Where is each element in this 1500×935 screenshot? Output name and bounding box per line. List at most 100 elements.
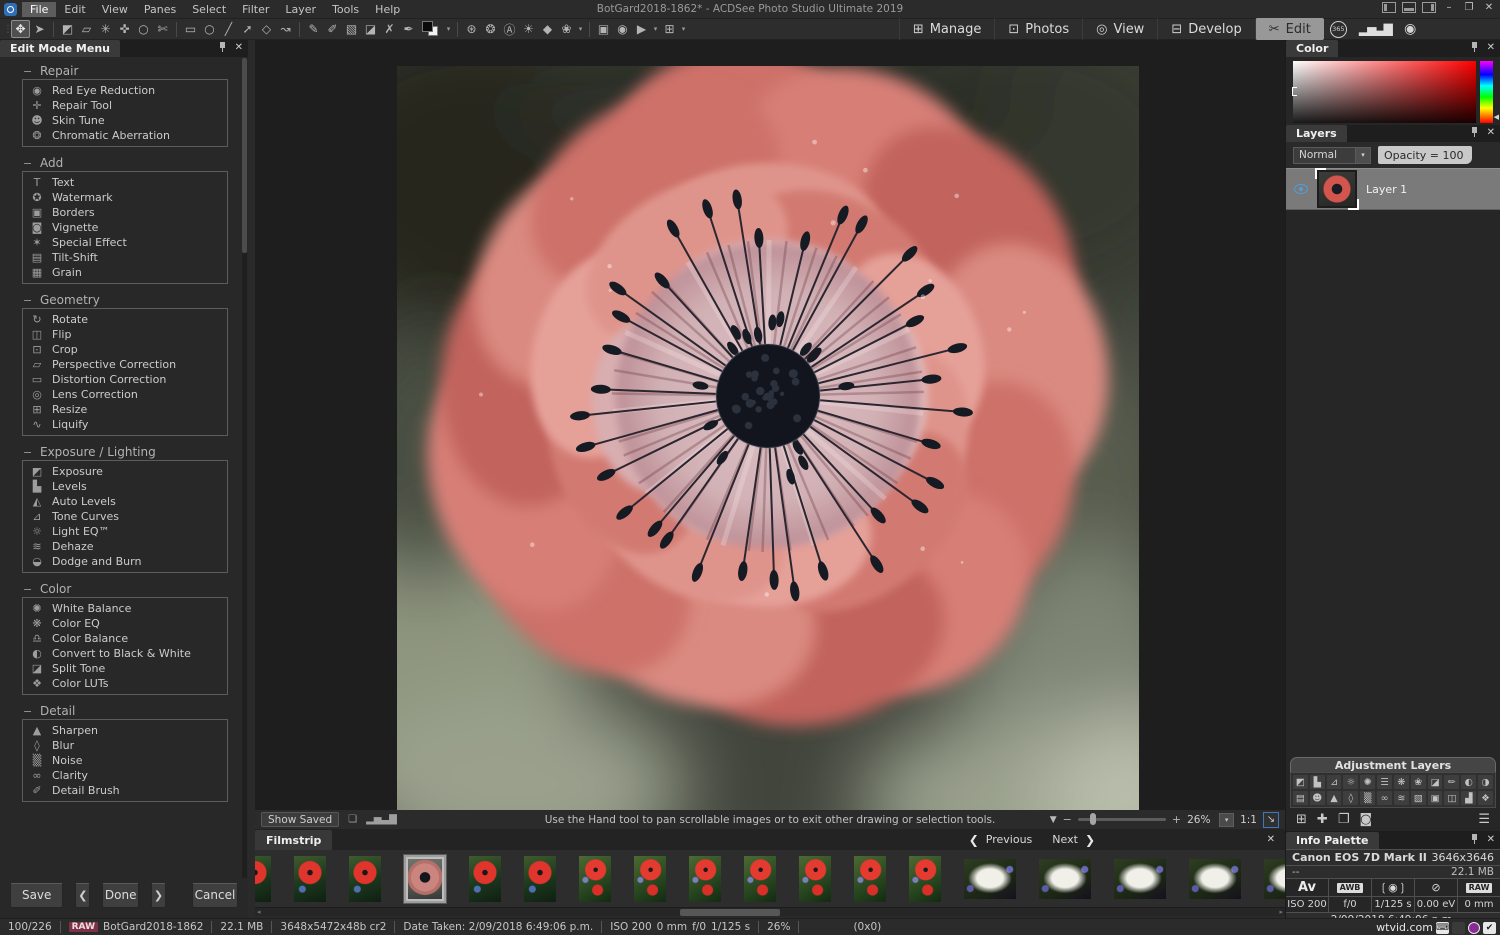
mode-tab[interactable]: ⊞ Manage [899,18,995,40]
edit-menu-item[interactable]: ✪Watermark [30,190,227,205]
zoom-dropdown[interactable]: ▾ [1219,813,1234,827]
adj-tilt-shift-icon[interactable]: ▤ [1293,791,1308,805]
adj-white-balance-icon[interactable]: ✺ [1360,775,1375,789]
light-tool[interactable]: ☀ [519,20,538,38]
left-panel-scrollbar[interactable] [242,58,247,878]
close-icon[interactable]: ✕ [1487,834,1495,845]
pin-icon[interactable] [219,42,227,53]
edit-menu-item[interactable]: ◩Exposure [30,464,227,479]
filmstrip-thumbnail[interactable] [744,856,776,902]
close-icon[interactable]: ✕ [235,42,243,53]
toolbar-separator[interactable] [457,22,458,37]
edit-menu-item[interactable]: ▦Grain [30,265,227,280]
edit-menu-item[interactable]: ✐Detail Brush [30,783,227,798]
scroll-left-icon[interactable]: ◂ [257,908,261,917]
red-eye-tool[interactable]: ⊛ [462,20,481,38]
preview-square-button[interactable]: ▣ [594,20,613,38]
adj-clarity-icon[interactable]: ∞ [1377,791,1392,805]
edit-menu-item[interactable]: ❋Color EQ [30,616,227,631]
text-tool[interactable]: Ⓐ [500,20,519,38]
menu-item[interactable]: Tools [324,2,367,17]
gradient-tool[interactable]: ▧ [342,20,361,38]
adj-skin-tune-icon[interactable]: ☻ [1310,791,1325,805]
previous-button[interactable]: Previous [986,833,1033,846]
edit-menu-item[interactable]: ▤Tilt-Shift [30,250,227,265]
adj-exposure-icon[interactable]: ◩ [1293,775,1308,789]
layout-bottom-button[interactable] [1402,2,1416,13]
edit-menu-item[interactable]: ☻Skin Tune [30,113,227,128]
edit-menu-item[interactable]: ◭Auto Levels [30,494,227,509]
edit-menu-item[interactable]: ↻Rotate [30,312,227,327]
polygon-shape-tool[interactable]: ◇ [257,20,276,38]
zoom-slider[interactable] [1078,818,1166,821]
edit-menu-item[interactable]: ✺White Balance [30,601,227,616]
pin-icon[interactable] [1471,42,1479,53]
new-layer-button[interactable]: ⊞ [1296,812,1307,827]
adj-color-lut-icon[interactable]: ❖ [1478,791,1493,805]
external-editor-dropdown[interactable]: ▾ [679,25,688,33]
filmstrip-thumbnail[interactable] [1189,859,1241,899]
ellipse-shape-tool[interactable]: ○ [200,20,219,38]
actual-size-button[interactable]: 1:1 [1240,814,1257,826]
layout-right-button[interactable] [1422,2,1436,13]
filmstrip-thumbnail[interactable] [1114,859,1166,899]
close-icon[interactable]: ✕ [1487,127,1495,138]
adj-photo-effect-icon[interactable]: ▣ [1428,791,1443,805]
opacity-input[interactable]: Opacity = 100 [1378,146,1472,164]
edit-menu-item[interactable]: ▣Borders [30,205,227,220]
preview-circle-button[interactable]: ◉ [613,20,632,38]
filmstrip-close-icon[interactable]: ✕ [1267,834,1275,845]
acdsee-logo-icon[interactable]: ◉ [1402,20,1418,39]
next-image-button[interactable]: ❯ [151,883,166,908]
saturation-value-gradient[interactable] [1293,61,1476,123]
hand-tool[interactable]: ✥ [11,20,30,38]
adj-split-tone-icon[interactable]: ◪ [1428,775,1443,789]
edit-menu-item[interactable]: ❂Chromatic Aberration [30,128,227,143]
mode-tab[interactable]: ⊡ Photos [994,18,1082,40]
menu-item[interactable]: Help [367,2,408,17]
zoom-out-button[interactable]: − [1063,813,1072,826]
image-canvas[interactable] [255,40,1285,810]
filmstrip-thumbnail[interactable] [1264,859,1285,899]
adj-gradient-icon[interactable]: ▧ [1411,791,1426,805]
save-button[interactable]: Save [10,883,63,908]
adj-vignette-icon[interactable]: ◑ [1478,775,1493,789]
edit-menu-item[interactable]: ▱Perspective Correction [30,357,227,372]
edit-menu-item[interactable]: ▙Levels [30,479,227,494]
edit-menu-item[interactable]: ⊿Tone Curves [30,509,227,524]
edit-menu-item[interactable]: ▲Sharpen [30,723,227,738]
edit-mode-menu-tab[interactable]: Edit Mode Menu [0,40,120,57]
adj-dodge-burn-icon[interactable]: ✏ [1444,775,1459,789]
menu-item[interactable]: Layer [277,2,324,17]
blend-mode-select[interactable]: Normal ▾ [1293,147,1371,164]
toolbar-separator[interactable] [176,22,177,37]
paint-brush-tool[interactable]: ✎ [304,20,323,38]
curve-tool[interactable]: ↝ [276,20,295,38]
edit-menu-item[interactable]: TText [30,175,227,190]
previous-image-button[interactable]: ❮ [75,883,90,908]
edit-menu-item[interactable]: ▒Noise [30,753,227,768]
scrollbar-thumb[interactable] [680,909,780,916]
selection-move-tool[interactable]: ✜ [115,20,134,38]
magic-wand-tool[interactable]: ✳ [96,20,115,38]
smart-select-tool[interactable]: ✄ [153,20,172,38]
toolbar-separator[interactable] [299,22,300,37]
pin-icon[interactable] [1471,834,1479,845]
lasso-tool[interactable]: ○ [134,20,153,38]
menu-item[interactable]: Filter [234,2,277,17]
next-chevron-icon[interactable]: ❯ [1085,833,1095,847]
duplicate-layer-button[interactable]: ❐ [1338,812,1350,827]
add-adjustment-button[interactable]: ✚ [1317,812,1328,827]
zoom-slider-handle[interactable] [1090,813,1096,825]
next-button[interactable]: Next [1052,833,1078,846]
effects-tool[interactable]: ❀ [557,20,576,38]
menu-item[interactable]: Edit [56,2,93,17]
dashboard-icon[interactable]: ▂▅▃▇ [1359,22,1392,36]
rectangle-shape-tool[interactable]: ▭ [181,20,200,38]
color-swatches[interactable] [420,20,442,38]
adj-curves-icon[interactable]: ▟ [1461,791,1476,805]
adj-tone-curves-icon[interactable]: ⊿ [1327,775,1342,789]
mode-tab[interactable]: ✂ Edit [1255,18,1324,40]
collapse-icon[interactable]: − [23,294,32,307]
effects-dropdown[interactable]: ▾ [576,25,585,33]
